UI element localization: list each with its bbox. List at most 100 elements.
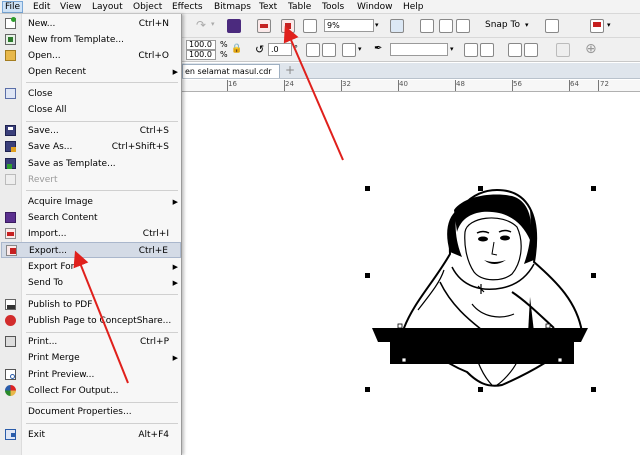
quick-customize-icon[interactable] (508, 43, 522, 57)
outline-width-select[interactable] (390, 43, 448, 56)
new-tab-icon[interactable]: + (284, 64, 296, 77)
menu-item-open[interactable]: Open... Ctrl+O (1, 48, 181, 64)
menu-item-collect-for-output[interactable]: Collect For Output... (1, 383, 181, 399)
menu-table[interactable]: Table (286, 1, 313, 13)
to-back-icon[interactable] (480, 43, 494, 57)
menu-bitmaps[interactable]: Bitmaps (212, 1, 253, 13)
menu-object[interactable]: Object (131, 1, 164, 13)
menu-item-label: Publish Page to ConceptShare... (28, 316, 172, 326)
print-preview-icon (5, 369, 16, 380)
application-launcher-icon[interactable] (227, 19, 241, 33)
mirror-horizontal-icon[interactable] (306, 43, 320, 57)
ruler-label: 40 (399, 80, 408, 88)
wrap-text-dropdown-icon[interactable]: ▾ (358, 45, 362, 53)
menu-view[interactable]: View (58, 1, 83, 13)
submenu-arrow-icon: ▶ (172, 68, 178, 76)
menu-effects[interactable]: Effects (170, 1, 205, 13)
menu-file[interactable]: File (2, 1, 24, 13)
menu-item-save[interactable]: Save... Ctrl+S (1, 123, 181, 139)
menu-item-shortcut: Ctrl+N (138, 19, 169, 29)
new-document-icon (5, 17, 16, 29)
menu-item-label: Export... (29, 246, 68, 256)
menu-tools[interactable]: Tools (320, 1, 346, 13)
publish-pdf-icon (5, 299, 16, 310)
export-icon[interactable] (281, 19, 295, 33)
menu-item-label: Acquire Image (28, 197, 93, 207)
scale-x-input[interactable]: 100.0 (186, 40, 216, 50)
align-icon[interactable] (524, 43, 538, 57)
redo-icon[interactable]: ↷ (196, 18, 206, 32)
menu-item-send-to[interactable]: Send To ▶ (1, 275, 181, 291)
drawing-canvas[interactable] (182, 92, 640, 455)
menu-separator (26, 121, 178, 122)
ruler-label: 64 (570, 80, 579, 88)
menu-window[interactable]: Window (355, 1, 395, 13)
menu-separator (26, 402, 178, 403)
document-tab-bar: en selamat masul.cdr + (182, 63, 640, 79)
menu-item-open-recent[interactable]: Open Recent ▶ (1, 64, 181, 80)
launch-dropdown-icon[interactable]: ▾ (607, 21, 611, 29)
menu-item-save-as-template[interactable]: Save as Template... (1, 156, 181, 172)
menu-item-revert[interactable]: Revert (1, 172, 181, 188)
conceptshare-icon (5, 315, 16, 326)
outline-width-dropdown-icon[interactable]: ▾ (450, 45, 454, 53)
menu-item-new[interactable]: New... Ctrl+N (1, 16, 181, 32)
menu-item-label: Open Recent (28, 67, 87, 77)
menu-item-close[interactable]: Close (1, 86, 181, 102)
launch-icon[interactable] (590, 19, 604, 33)
collect-for-output-icon (5, 385, 16, 396)
menu-item-new-from-template[interactable]: New from Template... (1, 32, 181, 48)
publish-pdf-icon[interactable] (303, 19, 317, 33)
show-rulers-icon[interactable] (420, 19, 434, 33)
zoom-dropdown-icon[interactable]: ▾ (375, 21, 379, 29)
mirror-vertical-icon[interactable] (322, 43, 336, 57)
outline-pen-icon[interactable]: ✒ (374, 43, 382, 54)
import-icon[interactable] (257, 19, 271, 33)
menu-item-search-content[interactable]: Search Content (1, 210, 181, 226)
menu-layout[interactable]: Layout (90, 1, 125, 13)
add-icon[interactable]: ⊕ (585, 41, 597, 57)
redo-dropdown-icon[interactable]: ▾ (211, 20, 215, 28)
options-icon[interactable] (545, 19, 559, 33)
ruler-label: 32 (342, 80, 351, 88)
scale-y-input[interactable]: 100.0 (186, 50, 216, 60)
snap-to-dropdown-icon[interactable]: ▾ (525, 21, 529, 29)
full-screen-preview-icon[interactable] (390, 19, 404, 33)
document-tab[interactable]: en selamat masul.cdr (182, 64, 280, 78)
horizontal-ruler[interactable]: 16 24 32 40 48 56 64 72 (182, 80, 640, 92)
weld-icon[interactable] (556, 43, 570, 57)
wrap-text-icon[interactable] (342, 43, 356, 57)
menu-item-label: Print... (28, 337, 58, 347)
printer-icon (5, 336, 16, 347)
snap-to-button[interactable]: Snap To (485, 20, 520, 30)
menu-item-export[interactable]: Export... Ctrl+E (1, 242, 181, 258)
menu-item-print-preview[interactable]: Print Preview... (1, 367, 181, 383)
zoom-level-input[interactable]: 9% (324, 19, 374, 32)
menu-item-label: Document Properties... (28, 407, 132, 417)
show-grid-icon[interactable] (439, 19, 453, 33)
menu-item-label: New from Template... (28, 35, 124, 45)
menu-help[interactable]: Help (401, 1, 426, 13)
menu-item-close-all[interactable]: Close All (1, 102, 181, 118)
menu-text[interactable]: Text (257, 1, 279, 13)
menu-item-import[interactable]: Import... Ctrl+I (1, 226, 181, 242)
menu-item-publish-pdf[interactable]: Publish to PDF (1, 297, 181, 313)
hijab-woman-illustration[interactable] (182, 92, 640, 455)
rotation-angle-input[interactable]: .0 (268, 43, 292, 56)
menu-item-print[interactable]: Print... Ctrl+P (1, 334, 181, 350)
rotate-icon[interactable]: ↺ (255, 43, 264, 56)
menu-item-exit[interactable]: Exit Alt+F4 (1, 427, 181, 443)
to-front-icon[interactable] (464, 43, 478, 57)
menu-item-label: New... (28, 19, 56, 29)
menu-item-export-for[interactable]: Export For ▶ (1, 259, 181, 275)
menu-item-acquire-image[interactable]: Acquire Image ▶ (1, 194, 181, 210)
menu-item-print-merge[interactable]: Print Merge ▶ (1, 350, 181, 366)
menu-item-shortcut: Ctrl+Shift+S (111, 142, 169, 152)
menu-item-save-as[interactable]: Save As... Ctrl+Shift+S (1, 139, 181, 155)
menu-item-label: Close All (28, 105, 67, 115)
menu-edit[interactable]: Edit (31, 1, 52, 13)
show-guidelines-icon[interactable] (456, 19, 470, 33)
lock-ratio-icon[interactable]: 🔒 (231, 44, 242, 54)
menu-item-document-properties[interactable]: Document Properties... (1, 404, 181, 420)
menu-item-publish-conceptshare[interactable]: Publish Page to ConceptShare... (1, 313, 181, 329)
